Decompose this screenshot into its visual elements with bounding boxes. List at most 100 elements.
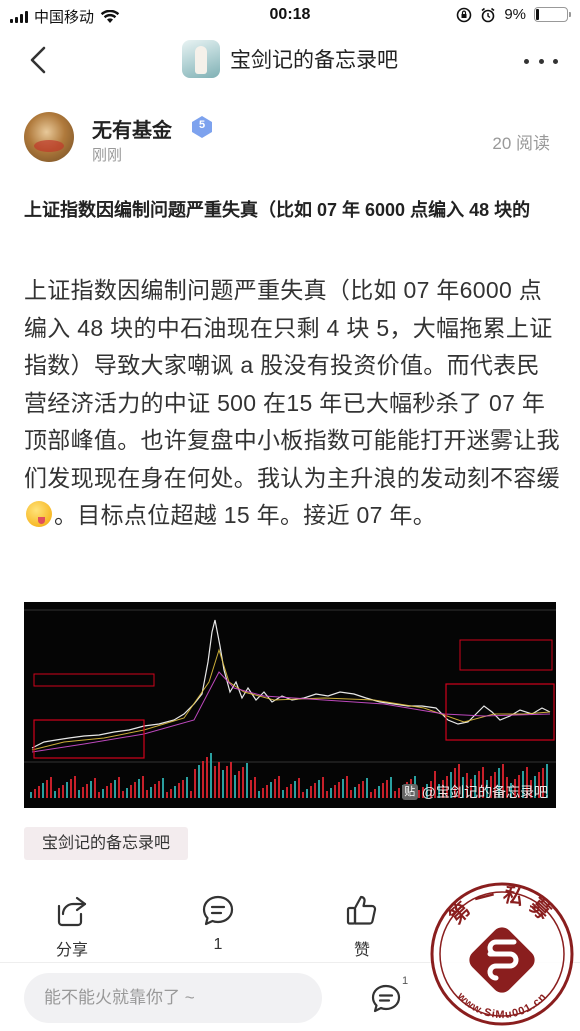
- volume-bar: [306, 789, 308, 798]
- post-body-text-end: 。目标点位超越 15 年。接近 07 年。: [54, 502, 437, 528]
- volume-bar: [350, 790, 352, 798]
- volume-bar: [266, 785, 268, 798]
- volume-bar: [46, 780, 48, 798]
- volume-bar: [282, 790, 284, 798]
- reply-comments-icon[interactable]: [370, 983, 402, 1015]
- volume-bar: [34, 789, 36, 798]
- volume-bar: [326, 791, 328, 798]
- volume-bar: [142, 776, 144, 798]
- share-button[interactable]: 分享: [32, 890, 112, 960]
- volume-bar: [162, 778, 164, 798]
- volume-bar: [58, 788, 60, 798]
- volume-bar: [86, 784, 88, 798]
- status-bar: 中国移动 00:18 9%: [0, 0, 580, 32]
- volume-bar: [334, 785, 336, 798]
- volume-bar: [382, 783, 384, 798]
- forum-logo-icon: 贴: [401, 784, 418, 800]
- battery-icon: [534, 7, 571, 22]
- volume-bar: [174, 786, 176, 798]
- volume-bar: [214, 766, 216, 798]
- volume-bar: [130, 785, 132, 798]
- volume-bar: [218, 762, 220, 798]
- volume-bar: [150, 787, 152, 798]
- volume-bar: [378, 786, 380, 798]
- author-name[interactable]: 无有基金: [92, 114, 172, 143]
- volume-bar: [394, 791, 396, 798]
- forum-header[interactable]: 宝剑记的备忘录吧: [0, 40, 580, 78]
- volume-bar: [190, 791, 192, 798]
- volume-bar: [154, 784, 156, 798]
- volume-bar: [238, 771, 240, 798]
- comment-button[interactable]: 1: [178, 890, 258, 954]
- volume-bar: [78, 790, 80, 798]
- forum-title: 宝剑记的备忘录吧: [230, 49, 398, 72]
- level-badge: 5: [190, 115, 214, 139]
- like-button[interactable]: 赞: [322, 890, 402, 960]
- volume-bar: [398, 788, 400, 798]
- volume-bar: [330, 788, 332, 798]
- volume-bar: [234, 775, 236, 798]
- more-options-icon[interactable]: [524, 46, 558, 76]
- volume-bar: [286, 787, 288, 798]
- volume-bar: [146, 790, 148, 798]
- comment-count: 1: [213, 936, 223, 953]
- level-number: 5: [198, 119, 206, 131]
- volume-bar: [126, 788, 128, 798]
- site-stamp-logo: 第一私募 www.SiMu001.cn: [430, 882, 574, 1026]
- volume-bar: [66, 782, 68, 798]
- reply-input[interactable]: 能不能火就靠你了 ~: [24, 973, 322, 1023]
- volume-bar: [374, 789, 376, 798]
- volume-bar: [158, 781, 160, 798]
- volume-bar: [262, 788, 264, 798]
- volume-bar: [134, 782, 136, 798]
- stock-chart-graphic: [24, 602, 556, 808]
- volume-bar: [258, 791, 260, 798]
- volume-bar: [226, 766, 228, 798]
- yum-face-emoji-icon: [26, 501, 52, 527]
- read-count: 20 阅读: [492, 134, 550, 153]
- comment-icon: [202, 895, 234, 926]
- volume-bar: [170, 789, 172, 798]
- volume-bar: [210, 753, 212, 798]
- volume-bar: [342, 779, 344, 798]
- forum-tag[interactable]: 宝剑记的备忘录吧: [24, 827, 189, 860]
- nav-bar: 宝剑记的备忘录吧: [0, 32, 580, 88]
- volume-bar: [166, 792, 168, 798]
- avatar[interactable]: [24, 112, 74, 162]
- like-label: 赞: [353, 942, 370, 959]
- volume-bar: [70, 779, 72, 798]
- volume-bar: [30, 792, 32, 798]
- volume-bar: [278, 776, 280, 798]
- volume-bar: [202, 761, 204, 798]
- volume-bar: [254, 777, 256, 798]
- volume-bar: [106, 786, 108, 798]
- volume-bar: [246, 763, 248, 798]
- share-icon: [57, 896, 87, 927]
- volume-bar: [318, 780, 320, 798]
- battery-percent: 9%: [504, 6, 526, 23]
- volume-bar: [102, 789, 104, 798]
- volume-bar: [346, 776, 348, 798]
- volume-bar: [42, 783, 44, 798]
- thumbs-up-icon: [346, 895, 377, 925]
- volume-bar: [62, 785, 64, 798]
- volume-bar: [90, 781, 92, 798]
- post-time: 刚刚: [92, 147, 123, 164]
- volume-bar: [186, 777, 188, 798]
- post-image[interactable]: 贴 @宝剑记的备忘录吧: [24, 602, 556, 808]
- volume-bar: [118, 777, 120, 798]
- volume-bar: [310, 786, 312, 798]
- volume-bar: [194, 769, 196, 798]
- post-title: 上证指数因编制问题严重失真（比如 07 年 6000 点编入 48 块的: [24, 200, 531, 220]
- volume-bar: [390, 777, 392, 798]
- volume-bar: [370, 792, 372, 798]
- status-right: 9%: [456, 6, 571, 23]
- share-label: 分享: [55, 942, 88, 959]
- volume-bar: [54, 791, 56, 798]
- volume-bar: [270, 782, 272, 798]
- volume-bar: [114, 780, 116, 798]
- volume-bar: [110, 783, 112, 798]
- image-watermark: 贴 @宝剑记的备忘录吧: [401, 782, 548, 802]
- forum-avatar: [182, 40, 220, 78]
- volume-bar: [94, 778, 96, 798]
